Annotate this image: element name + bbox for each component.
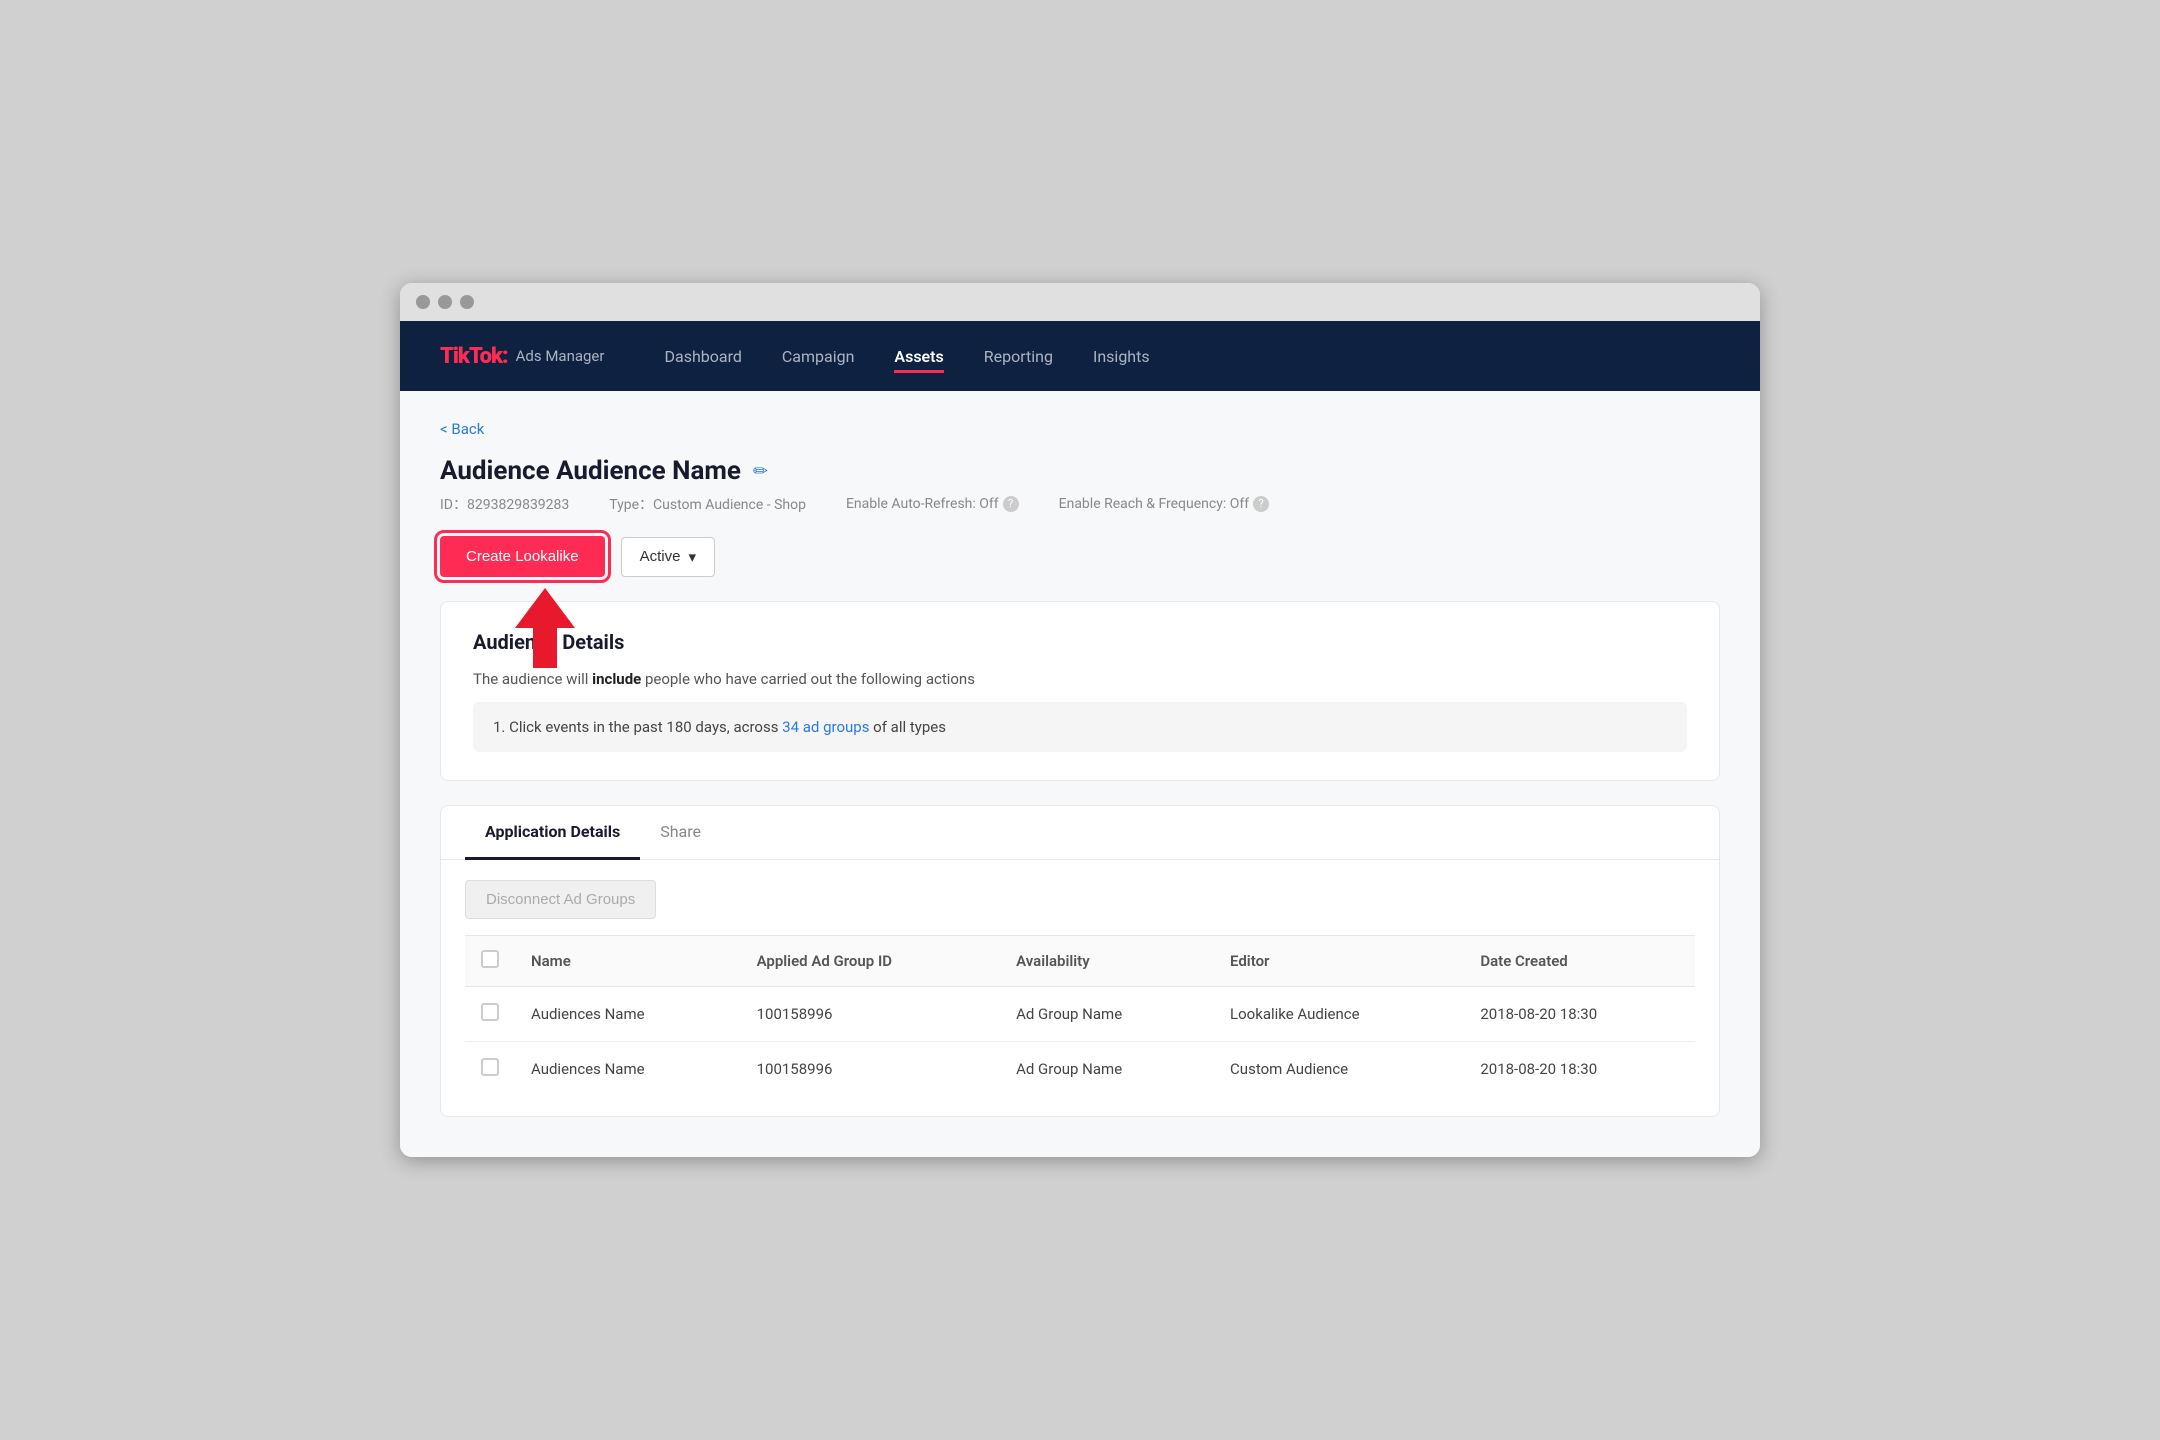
nav-item-insights[interactable]: Insights: [1093, 347, 1150, 366]
audience-details-title: Audience Details: [473, 630, 1687, 654]
cell-availability: Ad Group Name: [1000, 1042, 1214, 1097]
row-checkbox-cell: [465, 987, 515, 1042]
table-header-row: Name Applied Ad Group ID Availability Ed…: [465, 936, 1695, 987]
cell-editor: Custom Audience: [1214, 1042, 1464, 1097]
column-name: Name: [515, 936, 741, 987]
tabs-body: Disconnect Ad Groups Name Applied Ad Gro…: [441, 860, 1719, 1116]
select-all-checkbox[interactable]: [481, 950, 499, 968]
cell-date-created: 2018-08-20 18:30: [1464, 987, 1695, 1042]
audience-id: ID：8293829839283: [440, 494, 569, 514]
browser-chrome: [400, 283, 1760, 321]
traffic-light-minimize[interactable]: [438, 295, 452, 309]
cell-ad-group-id: 100158996: [741, 987, 1001, 1042]
column-editor: Editor: [1214, 936, 1464, 987]
audience-details-card: Audience Details The audience will inclu…: [440, 601, 1720, 781]
nav-links: Dashboard Campaign Assets Reporting Insi…: [664, 347, 1149, 366]
meta-row: ID：8293829839283 Type：Custom Audience - …: [440, 494, 1720, 514]
active-status-button[interactable]: Active ▾: [621, 537, 715, 577]
traffic-light-close[interactable]: [416, 295, 430, 309]
page-title-row: Audience Audience Name ✏: [440, 456, 1720, 486]
tab-application-details[interactable]: Application Details: [465, 806, 640, 860]
audience-rule-box: 1. Click events in the past 180 days, ac…: [473, 702, 1687, 752]
audience-description: The audience will include people who hav…: [473, 670, 1687, 688]
cell-availability: Ad Group Name: [1000, 987, 1214, 1042]
tabs-card: Application Details Share Disconnect Ad …: [440, 805, 1720, 1117]
reach-frequency-status: Enable Reach & Frequency: Off ?: [1059, 494, 1269, 514]
active-label: Active: [640, 548, 681, 565]
page-title: Audience Audience Name: [440, 456, 741, 486]
reach-freq-help-icon[interactable]: ?: [1253, 496, 1269, 512]
cell-date-created: 2018-08-20 18:30: [1464, 1042, 1695, 1097]
ad-groups-table: Name Applied Ad Group ID Availability Ed…: [465, 935, 1695, 1096]
auto-refresh-help-icon[interactable]: ?: [1003, 496, 1019, 512]
create-lookalike-button[interactable]: Create Lookalike: [440, 536, 605, 577]
nav-item-reporting[interactable]: Reporting: [984, 347, 1053, 366]
nav-item-campaign[interactable]: Campaign: [782, 347, 855, 366]
brand-name: TikTok:: [440, 344, 508, 369]
traffic-light-maximize[interactable]: [460, 295, 474, 309]
cell-name: Audiences Name: [515, 1042, 741, 1097]
brand-logo: TikTok: Ads Manager: [440, 344, 604, 369]
back-link[interactable]: Back: [440, 420, 484, 438]
tab-share[interactable]: Share: [640, 806, 721, 860]
nav-item-dashboard[interactable]: Dashboard: [664, 347, 741, 366]
row-checkbox-cell: [465, 1042, 515, 1097]
content-area: Back Audience Audience Name ✏ ID：8293829…: [400, 391, 1760, 1157]
column-date-created: Date Created: [1464, 936, 1695, 987]
brand-sub: Ads Manager: [516, 347, 605, 365]
table-row: Audiences Name 100158996 Ad Group Name L…: [465, 987, 1695, 1042]
browser-window: TikTok: Ads Manager Dashboard Campaign A…: [400, 283, 1760, 1157]
cell-ad-group-id: 100158996: [741, 1042, 1001, 1097]
column-availability: Availability: [1000, 936, 1214, 987]
column-ad-group-id: Applied Ad Group ID: [741, 936, 1001, 987]
action-row: Create Lookalike Active ▾: [440, 536, 1720, 577]
nav-item-assets[interactable]: Assets: [894, 347, 943, 366]
ad-groups-link[interactable]: 34 ad groups: [782, 718, 869, 736]
chevron-down-icon: ▾: [688, 548, 696, 566]
table-row: Audiences Name 100158996 Ad Group Name C…: [465, 1042, 1695, 1097]
row-checkbox[interactable]: [481, 1003, 499, 1021]
auto-refresh-status: Enable Auto-Refresh: Off ?: [846, 494, 1019, 514]
cell-editor: Lookalike Audience: [1214, 987, 1464, 1042]
table-header-checkbox: [465, 936, 515, 987]
tabs-header: Application Details Share: [441, 806, 1719, 860]
edit-icon[interactable]: ✏: [753, 461, 768, 482]
disconnect-ad-groups-button[interactable]: Disconnect Ad Groups: [465, 880, 656, 919]
top-navigation: TikTok: Ads Manager Dashboard Campaign A…: [400, 321, 1760, 391]
row-checkbox[interactable]: [481, 1058, 499, 1076]
audience-type: Type：Custom Audience - Shop: [609, 494, 806, 514]
cell-name: Audiences Name: [515, 987, 741, 1042]
